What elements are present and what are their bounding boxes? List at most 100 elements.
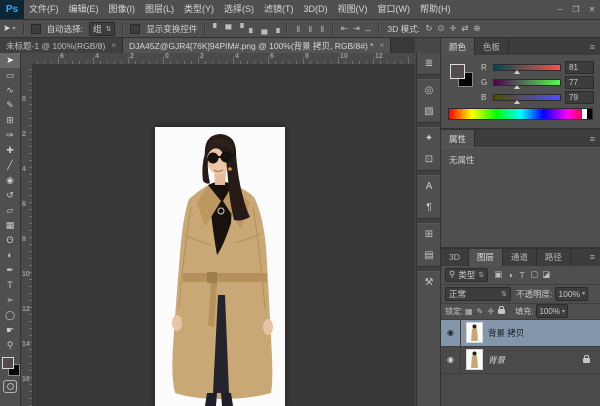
adjustments-panel-icon[interactable]: ⊞ — [417, 224, 441, 245]
clone-stamp-tool[interactable]: ◉ — [0, 173, 20, 188]
menu-image[interactable]: 图像(I) — [104, 0, 141, 19]
pen-tool[interactable]: ✒ — [0, 263, 20, 278]
close-icon[interactable]: × — [380, 41, 385, 50]
layer-row-background[interactable]: ◉ 背景 — [441, 347, 600, 374]
blur-tool[interactable]: ʘ — [0, 233, 20, 248]
hand-tool[interactable]: ☛ — [0, 323, 20, 338]
brush-panel-icon[interactable]: ✦ — [417, 128, 441, 149]
slider-thumb[interactable] — [514, 70, 520, 74]
tab-swatches[interactable]: 色板 — [475, 38, 509, 55]
lock-all-icon[interactable] — [498, 309, 505, 314]
menu-type[interactable]: 类型(Y) — [179, 0, 219, 19]
distribute-right-icon[interactable]: ‖ — [316, 24, 328, 34]
layer-visibility-toggle[interactable]: ◉ — [441, 347, 461, 373]
blend-mode-dropdown[interactable]: 正常 ⇅ — [445, 287, 511, 301]
menu-filter[interactable]: 滤镜(T) — [259, 0, 299, 19]
info-panel-icon[interactable]: ▧ — [417, 101, 441, 122]
filter-type-layers-icon[interactable]: T — [516, 270, 528, 280]
move-tool[interactable]: ➤ — [0, 53, 20, 68]
path-selection-tool[interactable]: ➣ — [0, 293, 20, 308]
3d-slide-icon[interactable]: ⇄ — [459, 23, 471, 34]
marquee-tool[interactable]: ▭ — [0, 68, 20, 83]
fill-field[interactable]: 100% ▾ — [536, 304, 567, 318]
color-spectrum-bar[interactable] — [448, 108, 593, 120]
navigator-panel-icon[interactable]: ◎ — [417, 80, 441, 101]
arrange-right-icon[interactable]: ⇥ — [350, 23, 362, 34]
green-value-field[interactable]: 77 — [565, 76, 594, 89]
3d-scale-icon[interactable]: ⊕ — [471, 23, 483, 34]
panel-menu-icon[interactable]: ≡ — [585, 38, 600, 55]
slider-thumb[interactable] — [514, 85, 520, 89]
menu-view[interactable]: 视图(V) — [333, 0, 373, 19]
crop-tool[interactable]: ⊞ — [0, 113, 20, 128]
zoom-tool[interactable]: ⚲ — [0, 338, 20, 353]
tab-paths[interactable]: 路径 — [537, 249, 571, 266]
filter-smart-objects-icon[interactable]: ◪ — [540, 269, 552, 280]
menu-window[interactable]: 窗口(W) — [373, 0, 416, 19]
tab-layers[interactable]: 图层 — [469, 249, 503, 266]
minimize-button[interactable]: ─ — [552, 0, 568, 19]
eraser-tool[interactable]: ▱ — [0, 203, 20, 218]
slider-thumb[interactable] — [514, 100, 520, 104]
tab-channels[interactable]: 通道 — [503, 249, 537, 266]
layer-thumbnail[interactable] — [467, 350, 482, 369]
brush-tool[interactable]: ╱ — [0, 158, 20, 173]
document-tab-png[interactable]: DJA45Z@GJR4[76K]94PIM#.png @ 100%(背景 拷贝,… — [123, 38, 391, 53]
lock-position-icon[interactable]: ✛ — [485, 307, 496, 316]
tab-properties[interactable]: 属性 — [441, 130, 475, 147]
red-slider[interactable] — [493, 64, 561, 71]
3d-pan-icon[interactable]: ✛ — [447, 23, 459, 34]
canvas-area[interactable]: 642024681012 0246810121416 — [21, 53, 415, 406]
auto-select-checkbox[interactable] — [31, 24, 41, 34]
type-tool[interactable]: T — [0, 278, 20, 293]
eyedropper-tool[interactable]: ✑ — [0, 128, 20, 143]
green-slider[interactable] — [493, 79, 561, 86]
close-button[interactable]: ✕ — [584, 0, 600, 19]
auto-select-dropdown[interactable]: 组 ⇅ — [89, 22, 115, 36]
history-panel-icon[interactable]: ≣ — [417, 53, 441, 74]
menu-help[interactable]: 帮助(H) — [415, 0, 456, 19]
show-transform-checkbox[interactable] — [130, 24, 140, 34]
paragraph-panel-icon[interactable]: ¶ — [417, 197, 441, 218]
blue-value-field[interactable]: 79 — [565, 91, 594, 104]
panel-menu-icon[interactable]: ≡ — [585, 130, 600, 147]
menu-select[interactable]: 选择(S) — [219, 0, 259, 19]
align-top-icon[interactable]: ▖ — [246, 23, 258, 34]
character-panel-icon[interactable]: A — [417, 176, 441, 197]
close-icon[interactable]: × — [111, 41, 116, 50]
layer-row-background-copy[interactable]: ◉ 背景 拷贝 — [441, 320, 600, 347]
panel-menu-icon[interactable]: ≡ — [585, 249, 600, 266]
arrange-left-icon[interactable]: ⇤ — [338, 23, 350, 34]
styles-panel-icon[interactable]: ▤ — [417, 245, 441, 266]
layer-filter-dropdown[interactable]: ⚲ 类型 ⇅ — [445, 268, 488, 282]
gradient-tool[interactable]: ▦ — [0, 218, 20, 233]
filter-adjustment-layers-icon[interactable]: ◑ — [504, 270, 516, 280]
opacity-field[interactable]: 100% ▾ — [555, 287, 588, 301]
menu-file[interactable]: 文件(F) — [24, 0, 64, 19]
black-chip[interactable] — [587, 109, 592, 119]
tool-preset-picker[interactable]: ➤ ▾ — [0, 23, 19, 34]
quick-selection-tool[interactable]: ✎ — [0, 98, 20, 113]
align-right-icon[interactable]: ▝ — [234, 23, 246, 34]
lock-pixels-icon[interactable]: ✎ — [474, 307, 485, 316]
document-tab-untitled[interactable]: 未标题-1 @ 100%(RGB/8) × — [0, 38, 123, 53]
clone-source-panel-icon[interactable]: ⊡ — [417, 149, 441, 170]
lock-transparency-icon[interactable]: ▦ — [463, 307, 474, 316]
shape-tool[interactable]: ◯ — [0, 308, 20, 323]
foreground-color-swatch[interactable] — [2, 357, 14, 369]
3d-rotate-icon[interactable]: ↻ — [423, 23, 435, 34]
filter-shape-layers-icon[interactable]: ▢ — [528, 269, 540, 280]
quick-mask-button[interactable] — [3, 380, 17, 393]
layer-name[interactable]: 背景 拷贝 — [488, 327, 600, 339]
lasso-tool[interactable]: ∿ — [0, 83, 20, 98]
healing-brush-tool[interactable]: ✚ — [0, 143, 20, 158]
dodge-tool[interactable]: ◐ — [0, 248, 20, 263]
history-brush-tool[interactable]: ↺ — [0, 188, 20, 203]
menu-edit[interactable]: 编辑(E) — [64, 0, 104, 19]
tool-presets-panel-icon[interactable]: ⚒ — [417, 272, 441, 293]
layer-name[interactable]: 背景 — [488, 354, 577, 366]
document-image[interactable] — [155, 127, 285, 406]
align-center-h-icon[interactable]: ▀ — [222, 24, 234, 34]
red-value-field[interactable]: 81 — [565, 61, 594, 74]
distribute-left-icon[interactable]: ‖ — [292, 24, 304, 34]
